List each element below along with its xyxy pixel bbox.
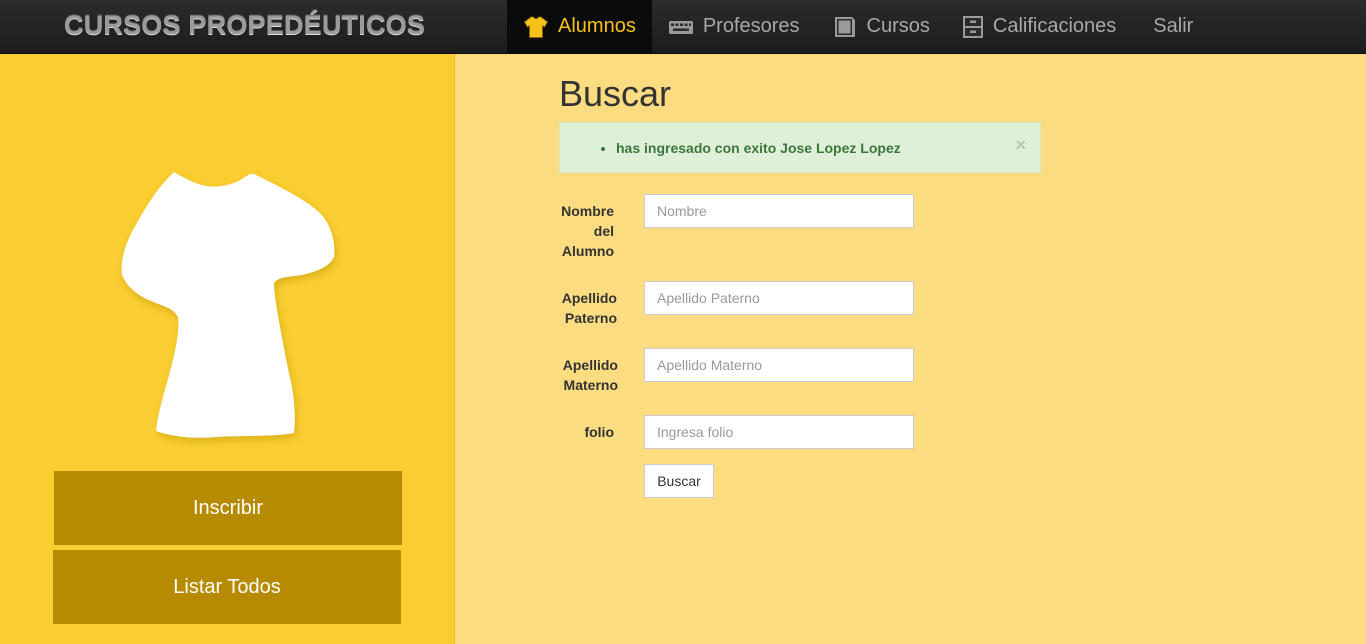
alert-list: has ingresado con exito Jose Lopez Lopez bbox=[598, 140, 901, 156]
top-navbar: CURSOS PROPEDÉUTICOS Alumnos Profesores bbox=[0, 0, 1366, 54]
nav-item-cursos[interactable]: Cursos bbox=[816, 0, 946, 53]
listar-todos-button[interactable]: Listar Todos bbox=[53, 550, 401, 624]
nav-item-calificaciones[interactable]: Calificaciones bbox=[946, 0, 1132, 53]
folio-label: folio bbox=[584, 424, 614, 440]
nav-item-label: Alumnos bbox=[558, 15, 636, 37]
nav-item-alumnos[interactable]: Alumnos bbox=[507, 0, 652, 53]
apellido-paterno-label: Apellido Paterno bbox=[561, 290, 617, 326]
nombre-input[interactable] bbox=[644, 194, 914, 228]
success-alert: has ingresado con exito Jose Lopez Lopez… bbox=[559, 122, 1041, 173]
nav-item-label: Calificaciones bbox=[992, 15, 1117, 37]
tshirt-icon bbox=[121, 172, 335, 438]
app-brand[interactable]: CURSOS PROPEDÉUTICOS bbox=[64, 10, 425, 41]
inscribir-button[interactable]: Inscribir bbox=[54, 471, 402, 545]
alert-message: has ingresado con exito Jose Lopez Lopez bbox=[616, 140, 901, 156]
buscar-button[interactable]: Buscar bbox=[644, 464, 714, 498]
apellido-paterno-input[interactable] bbox=[644, 281, 914, 315]
archive-icon bbox=[962, 15, 983, 38]
nav-item-profesores[interactable]: Profesores bbox=[652, 0, 816, 53]
folio-input[interactable] bbox=[644, 415, 914, 449]
keyboard-icon bbox=[668, 20, 693, 34]
tshirt-icon bbox=[523, 16, 549, 38]
nav-item-label: Salir bbox=[1153, 15, 1194, 37]
nav-item-salir[interactable]: Salir bbox=[1132, 0, 1209, 53]
apellido-materno-label: Apellido Materno bbox=[562, 357, 618, 393]
nombre-label: Nombre del Alumno bbox=[561, 203, 614, 259]
sidebar: Inscribir Listar Todos bbox=[0, 54, 455, 644]
page-title: Buscar bbox=[559, 73, 672, 114]
nav-item-label: Profesores bbox=[702, 15, 800, 37]
close-icon[interactable]: × bbox=[1015, 136, 1026, 154]
apellido-materno-input[interactable] bbox=[644, 348, 914, 382]
nav-item-label: Cursos bbox=[866, 15, 930, 37]
book-icon bbox=[834, 16, 855, 37]
main-nav: Alumnos Profesores Cursos Calificaciones… bbox=[507, 0, 1209, 53]
